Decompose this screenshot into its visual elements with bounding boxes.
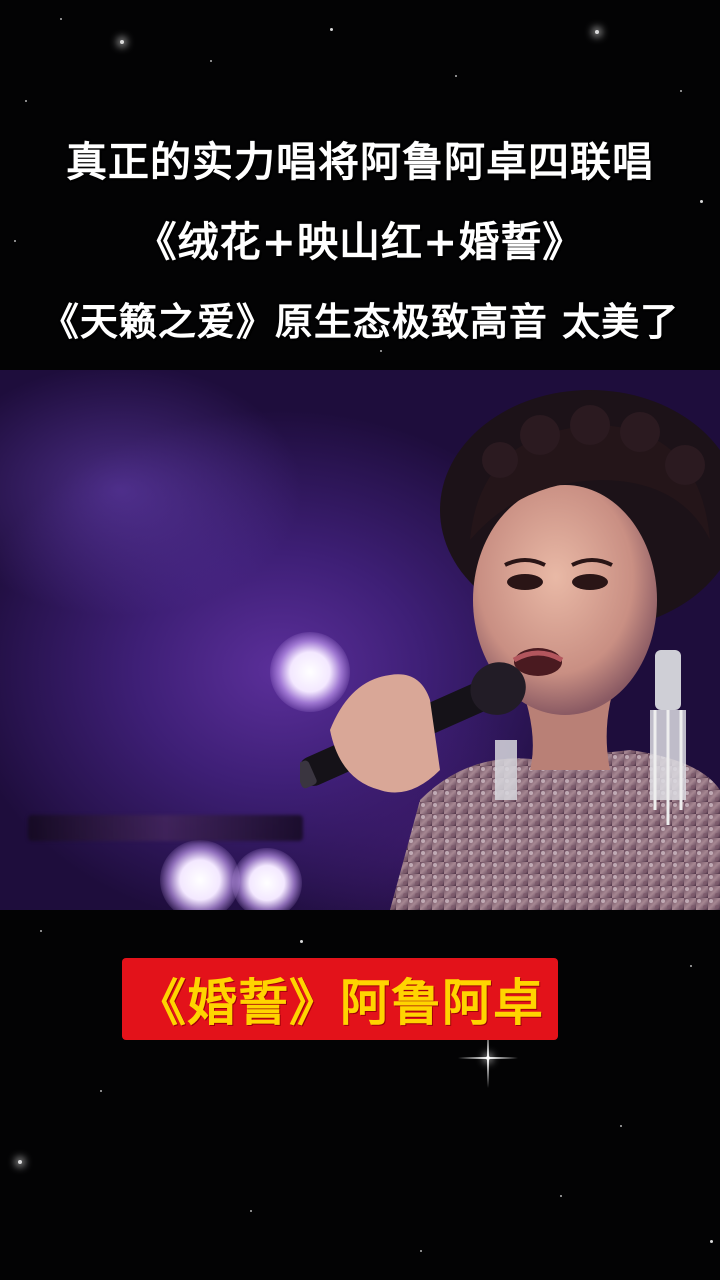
star <box>680 90 682 92</box>
blurred-caption <box>28 815 303 841</box>
star <box>120 40 124 44</box>
star <box>560 1195 562 1197</box>
stage-light <box>160 840 240 910</box>
star <box>455 75 457 77</box>
star <box>595 30 599 34</box>
star <box>60 18 62 20</box>
star <box>100 1090 102 1092</box>
star <box>620 1125 622 1127</box>
star <box>210 60 212 62</box>
star <box>710 1240 713 1243</box>
headline: 真正的实力唱将阿鲁阿卓四联唱 《绒花+映山红+婚誓》 《天籁之爱》原生态极致高音… <box>0 122 720 362</box>
song-title-text: 《婚誓》阿鲁阿卓 <box>136 974 544 1032</box>
star <box>18 1160 22 1164</box>
singer-illustration <box>300 390 720 910</box>
star <box>40 930 42 932</box>
star <box>690 965 692 967</box>
star <box>250 1210 252 1212</box>
headline-line-2: 《绒花+映山红+婚誓》 <box>135 218 585 266</box>
stage-light <box>232 848 302 910</box>
star <box>25 100 27 102</box>
star <box>330 28 333 31</box>
headline-line-1: 真正的实力唱将阿鲁阿卓四联唱 <box>66 138 654 186</box>
video-screen[interactable]: 真正的实力唱将阿鲁阿卓四联唱 《绒花+映山红+婚誓》 《天籁之爱》原生态极致高音… <box>0 0 720 1280</box>
song-title-tag: 《婚誓》阿鲁阿卓 <box>122 958 558 1040</box>
video-frame[interactable] <box>0 370 720 910</box>
star <box>300 940 303 943</box>
headline-line-3: 《天籁之爱》原生态极致高音 太美了 <box>40 300 680 344</box>
star <box>420 1250 422 1252</box>
